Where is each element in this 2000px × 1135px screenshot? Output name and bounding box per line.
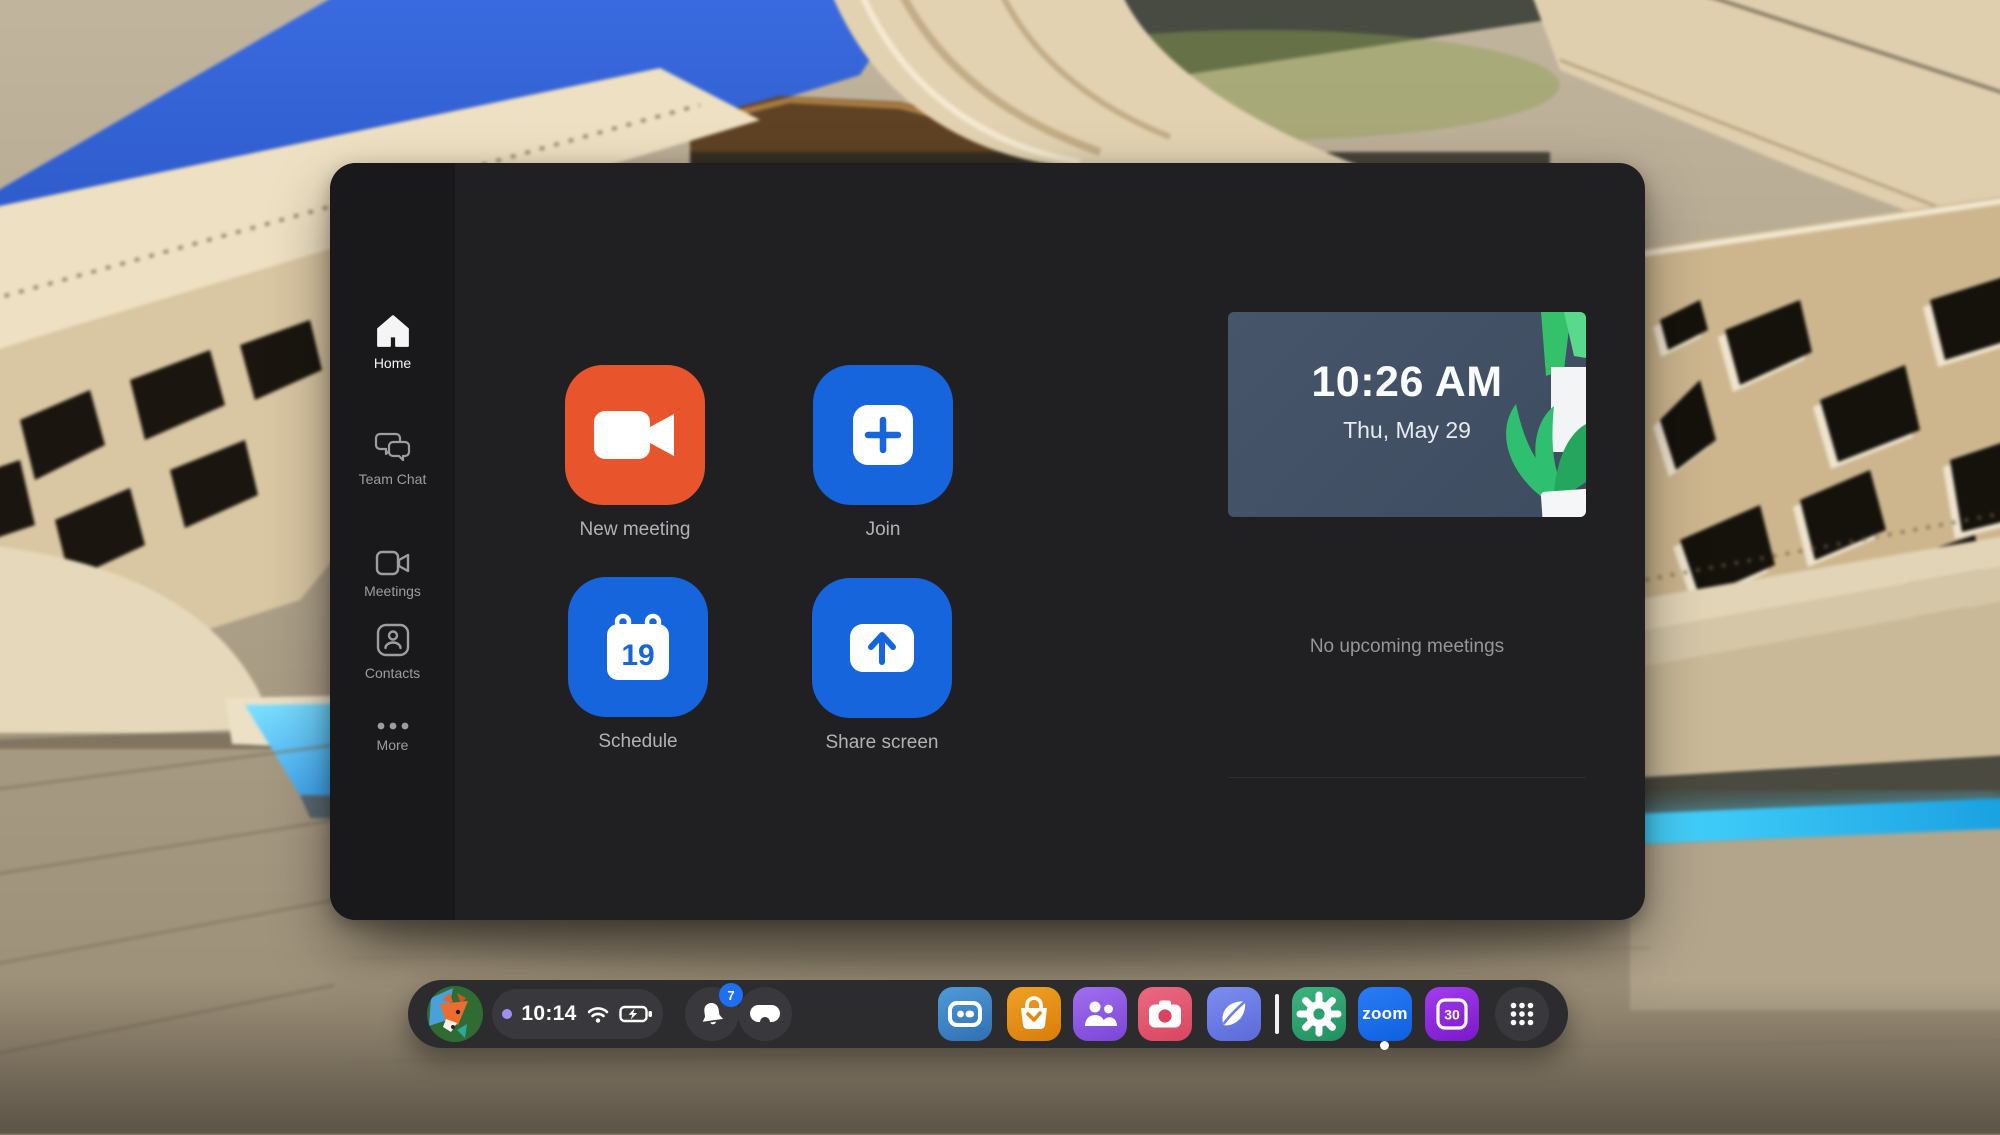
app-icon-store[interactable] [1007, 987, 1061, 1041]
fox-avatar-illustration [427, 986, 483, 1042]
action-label: New meeting [535, 519, 735, 541]
user-avatar[interactable] [427, 986, 483, 1042]
app-icon-zoom[interactable]: zoom [1358, 987, 1412, 1041]
system-dock: 10:14 7 [408, 980, 1568, 1048]
no-upcoming-meetings-text: No upcoming meetings [1228, 517, 1586, 776]
zoom-app-window: Home Team Chat Meetings Contacts [330, 163, 1645, 920]
home-icon [375, 313, 411, 349]
app-icon-explore[interactable] [938, 987, 992, 1041]
zoom-logo-text: zoom [1362, 1004, 1408, 1024]
action-label: Share screen [782, 732, 982, 754]
calendar-day-number: 30 [1444, 1007, 1460, 1023]
plant-illustration [1446, 312, 1586, 517]
store-bag-icon [1007, 987, 1061, 1041]
app-icon-browser[interactable] [1207, 987, 1261, 1041]
schedule-calendar-icon: 19 [605, 612, 671, 682]
quick-status-pill[interactable]: 10:14 [492, 989, 663, 1039]
action-schedule[interactable]: 19 Schedule [568, 577, 708, 753]
home-widget-panel: 10:26 AM Thu, May 29 No upcoming meeting… [1228, 312, 1586, 778]
more-icon [375, 721, 411, 731]
contacts-icon [374, 621, 412, 659]
sidebar-item-meetings[interactable]: Meetings [330, 549, 455, 600]
app-icon-people[interactable] [1073, 987, 1127, 1041]
apps-grid-icon [1495, 987, 1549, 1041]
dock-separator [1275, 994, 1279, 1034]
sidebar-item-more[interactable]: More [330, 721, 455, 754]
headset-quick-settings-button[interactable] [738, 987, 792, 1041]
status-indicator-dot [502, 1009, 512, 1019]
battery-charging-icon [619, 1004, 653, 1024]
sidebar-item-contacts[interactable]: Contacts [330, 621, 455, 682]
action-share-screen[interactable]: Share screen [812, 578, 952, 754]
sidebar-item-label: More [357, 737, 429, 754]
join-plus-icon [851, 403, 915, 467]
browser-leaf-icon [1207, 987, 1261, 1041]
action-label: Join [783, 519, 983, 541]
app-icon-calendar[interactable]: 30 [1425, 987, 1479, 1041]
vr-headset-icon [748, 1001, 782, 1027]
notifications-button[interactable]: 7 [685, 987, 739, 1041]
new-meeting-camera-icon [592, 409, 678, 461]
zoom-sidebar: Home Team Chat Meetings Contacts [330, 163, 455, 920]
schedule-day-number: 19 [621, 639, 654, 672]
app-library-button[interactable] [1495, 987, 1549, 1041]
sidebar-item-label: Contacts [357, 665, 429, 682]
camera-icon [1138, 987, 1192, 1041]
people-icon [1073, 987, 1127, 1041]
app-icon-settings[interactable] [1292, 987, 1346, 1041]
wifi-icon [586, 1004, 610, 1024]
team-chat-icon [374, 431, 412, 465]
action-join[interactable]: Join [813, 365, 953, 541]
zoom-home-screen: New meeting Join 19 Schedu [455, 163, 1645, 920]
clock-date: Thu, May 29 [1228, 417, 1586, 444]
clock-time: 10:26 AM [1228, 358, 1586, 407]
sidebar-item-label: Team Chat [357, 471, 429, 488]
share-screen-icon [848, 622, 916, 674]
meetings-icon [375, 549, 411, 577]
zoom-active-indicator-dot [1380, 1041, 1389, 1050]
app-icon-camera[interactable] [1138, 987, 1192, 1041]
calendar-30-icon: 30 [1425, 987, 1479, 1041]
action-label: Schedule [538, 731, 738, 753]
sidebar-item-home[interactable]: Home [330, 313, 455, 372]
sidebar-item-label: Home [357, 355, 429, 372]
explore-icon [938, 987, 992, 1041]
sidebar-item-label: Meetings [357, 583, 429, 600]
action-new-meeting[interactable]: New meeting [565, 365, 705, 541]
sidebar-item-team-chat[interactable]: Team Chat [330, 431, 455, 488]
dock-clock: 10:14 [521, 1002, 576, 1026]
gear-icon [1292, 987, 1346, 1041]
clock-widget: 10:26 AM Thu, May 29 [1228, 312, 1586, 517]
